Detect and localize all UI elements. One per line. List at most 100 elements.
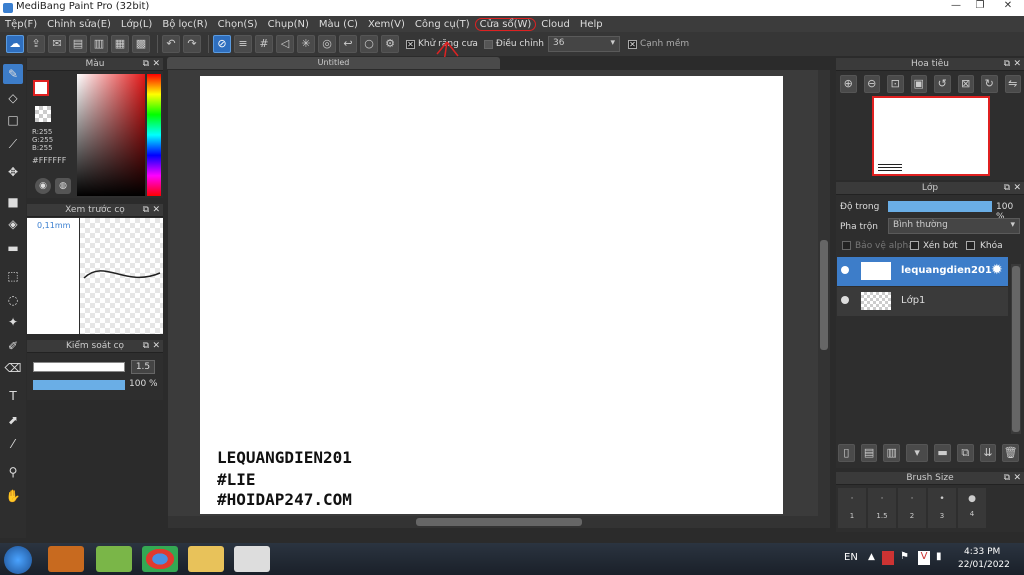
- undock-icon[interactable]: ⧉: [1004, 472, 1010, 485]
- close-button[interactable]: ✕: [994, 0, 1022, 14]
- menu-edit[interactable]: Chỉnh sửa(E): [42, 19, 116, 30]
- snap-radial-icon[interactable]: ✳: [297, 35, 315, 53]
- snap-parallel-icon[interactable]: ≡: [234, 35, 252, 53]
- clock-date[interactable]: 22/01/2022: [958, 560, 1010, 570]
- brush-size-cell[interactable]: · 1.5: [868, 488, 896, 528]
- undock-icon[interactable]: ⧉: [1004, 182, 1010, 195]
- brush-size-cell[interactable]: • 3: [928, 488, 956, 528]
- move-tool-icon[interactable]: ✥: [3, 162, 23, 182]
- brush-size-value[interactable]: 1.5: [131, 360, 155, 374]
- menu-snap[interactable]: Chụp(N): [263, 19, 314, 30]
- menu-color[interactable]: Màu (C): [314, 19, 363, 30]
- flip-icon[interactable]: ⇋: [1004, 75, 1021, 93]
- duplicate-layer-icon[interactable]: ⧉: [956, 444, 974, 462]
- merge-down-icon[interactable]: ⇊: [979, 444, 997, 462]
- protect-alpha-checkbox[interactable]: [842, 241, 851, 250]
- gear-icon[interactable]: ✹: [991, 262, 1003, 278]
- network-icon[interactable]: ▮: [936, 551, 942, 562]
- undo-icon[interactable]: ↶: [162, 35, 180, 53]
- snap-ellipse-icon[interactable]: ○: [360, 35, 378, 53]
- undock-icon[interactable]: ⧉: [143, 204, 149, 217]
- vertical-scroll-thumb[interactable]: [820, 240, 828, 350]
- operation-tool-icon[interactable]: ⬈: [3, 410, 23, 430]
- snap-grid-icon[interactable]: #: [255, 35, 273, 53]
- brush-size-cell[interactable]: ● 4: [958, 488, 986, 528]
- app-taskbar-icon[interactable]: [96, 546, 132, 572]
- pen-tool-icon[interactable]: ⟋: [3, 134, 23, 154]
- rotate-left-icon[interactable]: ↺: [934, 75, 951, 93]
- document-tab[interactable]: Untitled: [167, 57, 500, 69]
- share-icon[interactable]: ⇪: [27, 35, 45, 53]
- menu-tools[interactable]: Công cụ(T): [410, 19, 475, 30]
- menu-layer[interactable]: Lớp(L): [116, 19, 157, 30]
- start-button[interactable]: [4, 546, 32, 574]
- clipping-checkbox[interactable]: [910, 241, 919, 250]
- flag-icon[interactable]: ⚑: [900, 551, 909, 562]
- snap-perspective-icon[interactable]: ◁: [276, 35, 294, 53]
- palette-icon[interactable]: ◉: [35, 178, 51, 194]
- brush-size-cell[interactable]: · 1: [838, 488, 866, 528]
- horizontal-scrollbar[interactable]: [168, 516, 830, 528]
- rotate-right-icon[interactable]: ↻: [981, 75, 998, 93]
- select-eraser-icon[interactable]: ⌫: [3, 358, 23, 378]
- minimize-button[interactable]: —: [944, 0, 968, 14]
- bucket-tool-icon[interactable]: ◈: [3, 214, 23, 234]
- new-layer-icon[interactable]: ▯: [838, 444, 855, 462]
- eye-icon[interactable]: [841, 296, 849, 304]
- material-icon[interactable]: ▦: [111, 35, 129, 53]
- magic-wand-icon[interactable]: ✦: [3, 312, 23, 332]
- close-icon[interactable]: ✕: [1013, 58, 1021, 71]
- rectangle-tool-icon[interactable]: □: [3, 110, 23, 130]
- redo-icon[interactable]: ↷: [183, 35, 201, 53]
- chrome-icon[interactable]: [142, 546, 178, 572]
- navigator-thumbnail[interactable]: [872, 96, 990, 176]
- layers-scrollbar[interactable]: [1011, 264, 1021, 434]
- snap-settings-icon[interactable]: ⚙: [381, 35, 399, 53]
- folder-icon[interactable]: ▬: [934, 444, 951, 462]
- layer-row[interactable]: lequangdien201 ✹: [837, 257, 1008, 286]
- hand-tool-icon[interactable]: ✋: [3, 486, 23, 506]
- brush-tool-icon[interactable]: ✎: [3, 64, 23, 84]
- close-icon[interactable]: ✕: [152, 340, 160, 353]
- antialias-checkbox[interactable]: ✕: [406, 39, 415, 49]
- close-icon[interactable]: ✕: [1013, 472, 1021, 485]
- document-canvas[interactable]: LEQUANGDIEN201 #LIE #HOIDAP247.COM: [200, 76, 783, 514]
- undock-icon[interactable]: ⧉: [143, 58, 149, 71]
- eyedropper-icon[interactable]: ⚲: [3, 462, 23, 482]
- menu-filter[interactable]: Bộ lọc(R): [157, 19, 212, 30]
- brush-opacity-slider[interactable]: [33, 380, 125, 390]
- language-indicator[interactable]: EN: [844, 552, 858, 563]
- hue-slider[interactable]: [147, 74, 161, 196]
- folder-icon[interactable]: [188, 546, 224, 572]
- tray-app-icon[interactable]: [882, 551, 894, 565]
- tray-v-icon[interactable]: V: [918, 551, 930, 565]
- text-tool-icon[interactable]: T: [3, 386, 23, 406]
- primary-color-swatch[interactable]: [33, 80, 49, 96]
- eye-icon[interactable]: [841, 266, 849, 274]
- close-icon[interactable]: ✕: [152, 204, 160, 217]
- document-icon[interactable]: ▥: [90, 35, 108, 53]
- brush-size-cell[interactable]: · 2: [898, 488, 926, 528]
- palette-add-icon[interactable]: ◍: [55, 178, 71, 194]
- new-1bit-layer-icon[interactable]: ▥: [883, 444, 901, 462]
- menu-window[interactable]: Cửa sổ(W): [474, 17, 537, 31]
- note-icon[interactable]: ▤: [69, 35, 87, 53]
- eraser-tool-icon[interactable]: ◇: [3, 88, 23, 108]
- horizontal-scroll-thumb[interactable]: [416, 518, 582, 526]
- menu-view[interactable]: Xem(V): [363, 19, 410, 30]
- blend-mode-dropdown[interactable]: Bình thường ▾: [888, 218, 1020, 234]
- snap-circle-icon[interactable]: ◎: [318, 35, 336, 53]
- new-halftone-layer-icon[interactable]: ▤: [860, 444, 878, 462]
- menu-help[interactable]: Help: [575, 19, 608, 30]
- transparent-swatch[interactable]: [35, 106, 51, 122]
- adjust-dropdown[interactable]: 36 ▾: [547, 36, 620, 52]
- zoom-out-icon[interactable]: ⊖: [863, 75, 880, 93]
- fit-window-icon[interactable]: ⊡: [887, 75, 904, 93]
- undock-icon[interactable]: ⧉: [1004, 58, 1010, 71]
- add-layer-dropdown-icon[interactable]: ▾: [906, 444, 929, 462]
- layers-scroll-thumb[interactable]: [1012, 266, 1020, 432]
- soft-edge-checkbox[interactable]: ✕: [627, 39, 637, 49]
- layer-row[interactable]: Lớp1: [837, 287, 1008, 316]
- show-hidden-icons-icon[interactable]: ▲: [868, 552, 875, 562]
- adjust-checkbox[interactable]: [483, 39, 493, 49]
